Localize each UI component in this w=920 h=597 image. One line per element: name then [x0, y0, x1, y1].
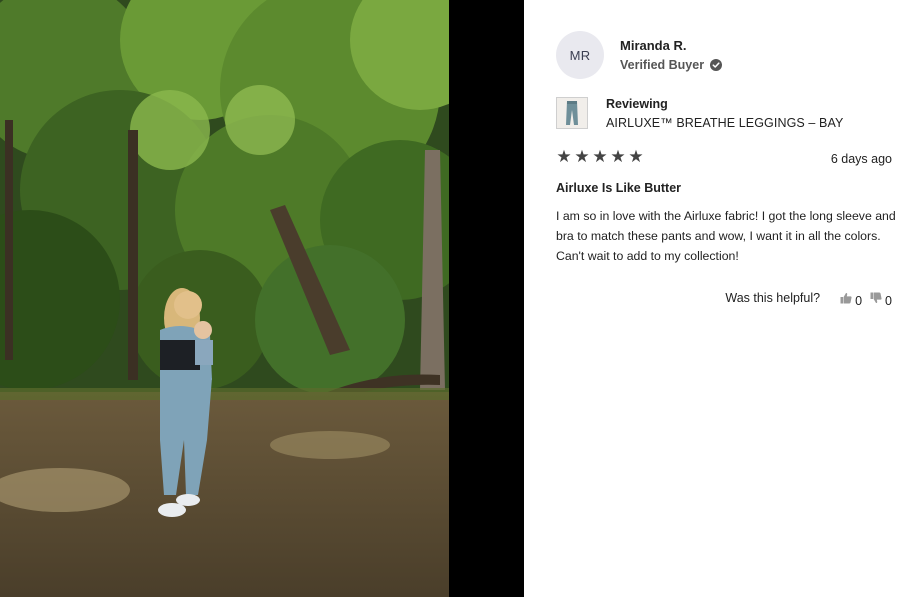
star-icon: ★ [592, 147, 608, 166]
thumbs-up-icon [840, 292, 852, 304]
thumbs-down-icon [870, 292, 882, 304]
thumbs-down-count: 0 [885, 294, 892, 308]
check-circle-icon [710, 59, 723, 71]
leggings-thumbnail-image [557, 98, 587, 128]
verified-buyer-badge: Verified Buyer [620, 58, 723, 72]
star-icon: ★ [574, 147, 590, 166]
avatar: MR [556, 31, 604, 79]
reviewing-label: Reviewing [606, 97, 668, 111]
media-letterbox [449, 0, 524, 597]
review-photo[interactable] [0, 0, 449, 597]
review-date: 6 days ago [830, 152, 892, 166]
review-panel: MR Miranda R. Verified Buyer Reviewing A… [524, 0, 920, 597]
product-name-link[interactable]: AIRLUXE™ BREATHE LEGGINGS – BAY [606, 116, 843, 130]
thumbs-up-count: 0 [855, 294, 863, 308]
forest-photo-illustration [0, 0, 449, 597]
review-title: Airluxe Is Like Butter [556, 181, 682, 195]
thumbs-down-button[interactable]: 0 [870, 291, 892, 308]
product-thumbnail[interactable] [556, 97, 588, 129]
review-body: I am so in love with the Airluxe fabric!… [556, 209, 896, 263]
helpful-vote-bar: Was this helpful? 0 0 [725, 291, 892, 308]
star-icon: ★ [610, 147, 626, 166]
star-icon: ★ [556, 147, 572, 166]
star-rating: ★ ★ ★ ★ ★ [555, 147, 645, 167]
star-icon: ★ [628, 147, 644, 166]
reviewer-name: Miranda R. [620, 38, 687, 53]
thumbs-up-button[interactable]: 0 [840, 291, 863, 308]
helpful-question: Was this helpful? [725, 291, 821, 305]
verified-buyer-label: Verified Buyer [620, 58, 705, 72]
